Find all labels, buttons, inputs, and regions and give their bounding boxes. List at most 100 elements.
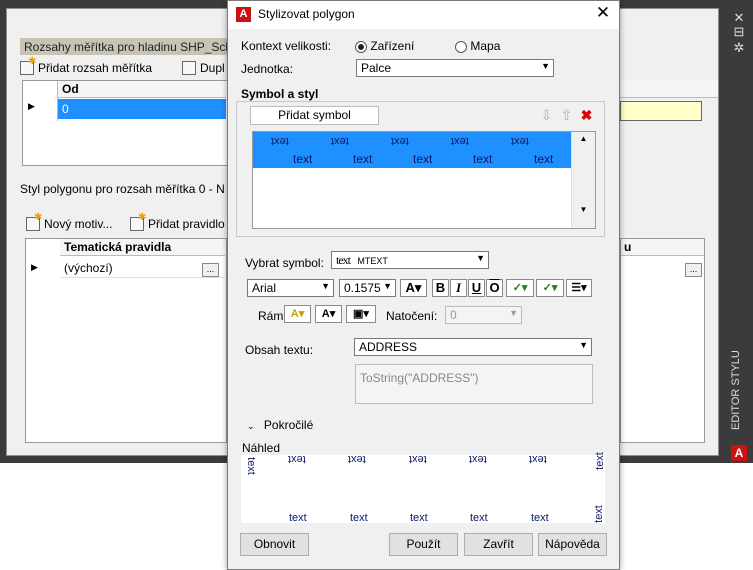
duplicate-label: Dupl: [200, 61, 225, 75]
symbol-sample-rotated: text: [331, 135, 349, 147]
italic-button[interactable]: I: [450, 279, 467, 297]
frame-style-button[interactable]: ▣▾: [346, 305, 376, 323]
add-rule-icon: [130, 212, 146, 231]
radio-map-icon: [455, 40, 467, 53]
symbol-sample: text: [473, 152, 493, 166]
preview-sample-rotated: text: [469, 453, 487, 465]
radio-map-label: Mapa: [470, 39, 501, 53]
chevron-down-icon: ▼: [383, 281, 392, 291]
add-rule-button[interactable]: Přidat pravidlo: [130, 212, 225, 231]
frame-label: Rám:: [258, 309, 287, 323]
preview-sample-vertical: text: [592, 505, 605, 523]
close-button[interactable]: Zavřít: [464, 533, 533, 556]
underline-icon: U: [471, 280, 482, 295]
delete-icon[interactable]: ✖: [578, 107, 595, 124]
radio-device-label: Zařízení: [370, 39, 415, 53]
scroll-up-icon[interactable]: ▲: [572, 134, 595, 143]
symbol-sample: text: [293, 152, 313, 166]
close-icon[interactable]: ✕: [592, 4, 614, 24]
bold-icon: B: [435, 280, 446, 295]
duplicate-button[interactable]: Dupl: [182, 61, 225, 75]
app-logo-icon: A: [236, 7, 251, 22]
chevron-down-icon: ▼: [476, 253, 485, 263]
underline-button[interactable]: U: [468, 279, 485, 297]
apply-button[interactable]: Použít: [389, 533, 458, 556]
add-rule-label: Přidat pravidlo: [148, 217, 225, 231]
rule-edit-button[interactable]: ...: [202, 263, 219, 277]
frame-fill-button[interactable]: A▾: [284, 305, 311, 323]
select-symbol-value: text: [336, 253, 351, 267]
chevron-down-icon: ▼: [579, 340, 588, 350]
radio-device[interactable]: Zařízení: [355, 39, 414, 53]
preview-sample: text: [410, 512, 428, 524]
line-spacing-icon: ☰▾: [571, 282, 587, 294]
expression-box[interactable]: ToString("ADDRESS"): [355, 364, 593, 404]
font-select[interactable]: Arial ▼: [247, 279, 334, 297]
chevron-down-icon: ▼: [541, 61, 550, 71]
rotation-select[interactable]: 0 ▼: [445, 306, 522, 324]
preview-sample: text: [350, 512, 368, 524]
symbol-sample: text: [413, 152, 433, 166]
palette-title: EDITOR STYLU: [730, 350, 742, 430]
text-color-icon: A▾: [405, 280, 422, 295]
preview-sample: text: [289, 512, 307, 524]
preview-sample-rotated: text: [288, 453, 306, 465]
polygon-style-header: Styl polygonu pro rozsah měřítka 0 - N: [20, 182, 225, 196]
symbol-section-title: Symbol a styl: [241, 87, 319, 101]
add-scale-range-button[interactable]: Přidat rozsah měřítka: [20, 56, 152, 75]
preview-label: Náhled: [242, 441, 281, 455]
select-symbol-combo[interactable]: text MTEXT ▼: [331, 251, 489, 269]
symbol-list-scrollbar[interactable]: ▲ ▼: [571, 132, 595, 228]
preview-sample: text: [531, 512, 549, 524]
new-theme-icon: [26, 212, 42, 231]
expression-button-2[interactable]: ✓▾: [536, 279, 564, 297]
autohide-icon[interactable]: ⊟: [729, 24, 749, 40]
scale-table-header-right: [620, 80, 718, 98]
advanced-toggle[interactable]: ⌄ Pokročilé: [247, 418, 313, 432]
frame-line-button[interactable]: A▾: [315, 305, 342, 323]
content-select[interactable]: ADDRESS ▼: [354, 338, 592, 356]
symbol-sample: text: [353, 152, 373, 166]
bold-button[interactable]: B: [432, 279, 449, 297]
content-value: ADDRESS: [359, 340, 418, 354]
advanced-label: Pokročilé: [263, 418, 314, 432]
current-rule-icon: ▶: [31, 262, 38, 272]
settings-icon[interactable]: ✲: [729, 40, 749, 56]
scroll-down-icon[interactable]: ▼: [572, 205, 595, 214]
expression-icon: ✓▾: [542, 282, 558, 294]
overline-icon: O: [489, 280, 500, 295]
overline-button[interactable]: O: [486, 279, 503, 297]
size-value: 0.1575: [344, 281, 381, 295]
refresh-button[interactable]: Obnovit: [240, 533, 309, 556]
symbol-sample-rotated: text: [391, 135, 409, 147]
rules-right-column: u: [621, 239, 704, 256]
help-button[interactable]: Nápověda: [538, 533, 607, 556]
preview-sample-vertical: text: [244, 457, 257, 475]
preview-sample-rotated: text: [409, 453, 427, 465]
italic-icon: I: [455, 280, 462, 295]
preview-sample-vertical: text: [593, 452, 606, 470]
add-scale-icon: [20, 56, 36, 75]
scale-from-cell[interactable]: 0: [58, 99, 226, 119]
unit-select[interactable]: Palce ▼: [356, 59, 554, 77]
line-spacing-button[interactable]: ☰▾: [566, 279, 592, 297]
add-symbol-button[interactable]: Přidat symbol: [250, 106, 379, 125]
unit-value: Palce: [361, 61, 392, 75]
new-theme-button[interactable]: Nový motiv...: [26, 212, 112, 231]
radio-map[interactable]: Mapa: [455, 39, 500, 53]
rule-cell[interactable]: (výchozí): [60, 258, 225, 278]
style-edit-button[interactable]: ...: [685, 263, 702, 277]
select-symbol-tag: MTEXT: [357, 256, 388, 266]
unit-label: Jednotka:: [241, 62, 294, 76]
frame-style-icon: ▣▾: [353, 308, 369, 320]
text-color-button[interactable]: A▾: [400, 279, 427, 297]
move-up-icon[interactable]: ⇧: [558, 107, 575, 124]
symbol-sample: text: [534, 152, 554, 166]
size-select[interactable]: 0.1575 ▼: [339, 279, 396, 297]
app-logo-icon: A: [731, 445, 747, 461]
expression-button[interactable]: ✓▾: [506, 279, 534, 297]
move-down-icon[interactable]: ⇩: [538, 107, 555, 124]
chevron-down-icon: ▼: [321, 281, 330, 291]
size-context-label: Kontext velikosti:: [241, 39, 332, 53]
scale-to-cell[interactable]: [620, 101, 702, 121]
